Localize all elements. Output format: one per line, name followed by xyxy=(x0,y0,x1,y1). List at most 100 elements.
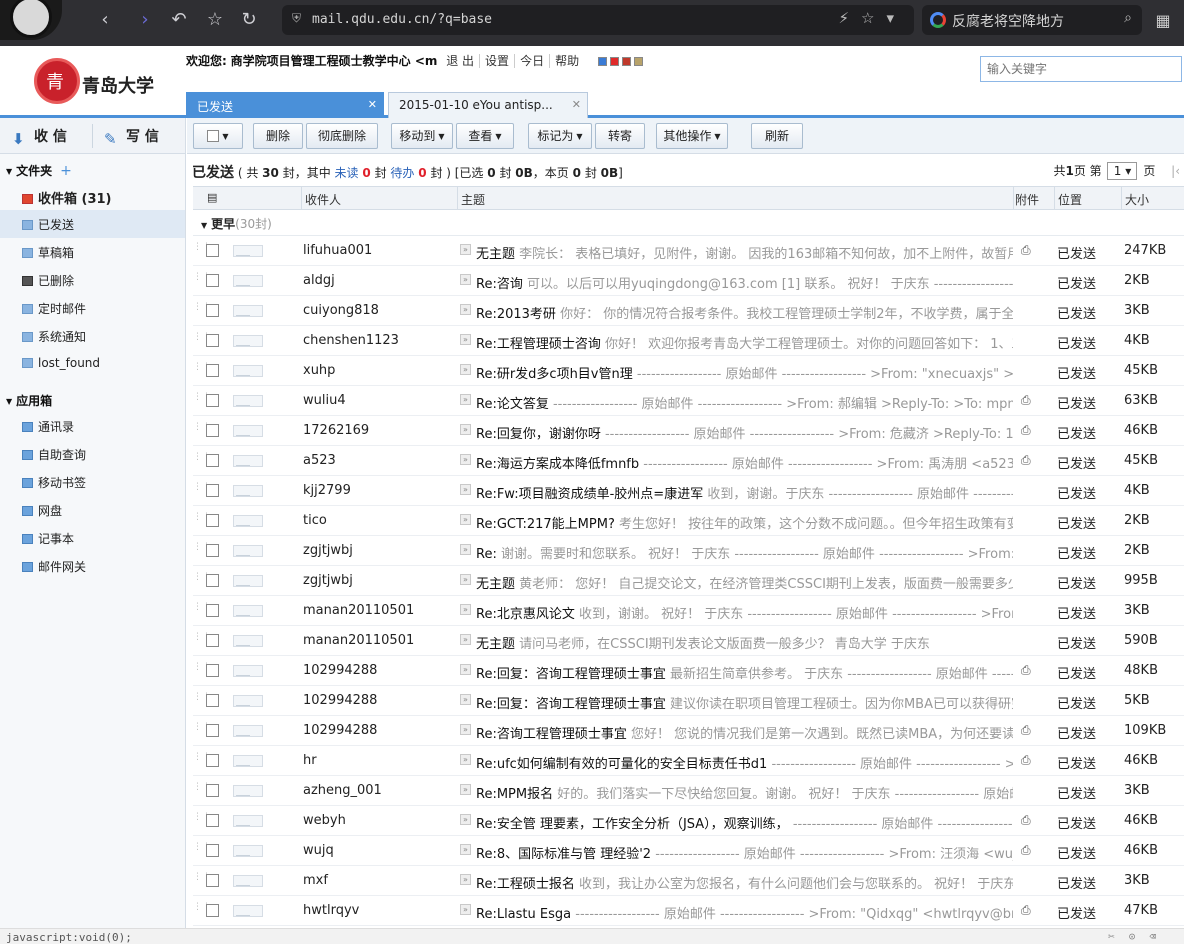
sidebar-item-notices[interactable]: 系统通知 xyxy=(0,322,185,350)
expand-icon[interactable]: » xyxy=(460,904,471,915)
row-recipient[interactable]: cuiyong818 xyxy=(303,303,379,318)
row-checkbox[interactable] xyxy=(206,874,219,887)
expand-icon[interactable]: » xyxy=(460,784,471,795)
expand-icon[interactable]: » xyxy=(460,334,471,345)
close-icon[interactable]: ✕ xyxy=(572,98,581,111)
row-subject[interactable]: Re:工程硕士报名 收到，我让办公室为您报名，有什么问题他们会与您联系的。 祝好… xyxy=(476,873,1013,892)
delete-forever-button[interactable]: 彻底删除 xyxy=(306,123,378,149)
row-recipient[interactable]: kjj2799 xyxy=(303,483,351,498)
row-recipient[interactable]: a523 xyxy=(303,453,336,468)
expand-icon[interactable]: » xyxy=(460,304,471,315)
row-checkbox[interactable] xyxy=(206,634,219,647)
refresh-button[interactable]: 刷新 xyxy=(751,123,803,149)
sidebar-item-contacts[interactable]: 通讯录 xyxy=(0,412,185,440)
table-row[interactable]: ⋮⋮ manan20110501 » Re:北京惠风论文 收到，谢谢。 祝好！ 于庆东… xyxy=(193,596,1184,626)
expand-icon[interactable]: » xyxy=(460,634,471,645)
skin-dark-red[interactable] xyxy=(621,56,631,66)
group-earlier[interactable]: ▼ 更早(30封) xyxy=(193,210,1184,236)
sidebar-item-trash[interactable]: 已删除 xyxy=(0,266,185,294)
row-recipient[interactable]: manan20110501 xyxy=(303,633,414,648)
row-recipient[interactable]: azheng_001 xyxy=(303,783,382,798)
expand-icon[interactable]: » xyxy=(460,604,471,615)
page-select[interactable]: 1 ▾ xyxy=(1107,162,1138,180)
row-recipient[interactable]: zgjtjwbj xyxy=(303,573,353,588)
row-recipient[interactable]: aldgj xyxy=(303,273,335,288)
drag-handle-icon[interactable]: ⋮⋮ xyxy=(193,393,211,407)
forward-icon[interactable]: › xyxy=(134,9,156,31)
attachment-icon[interactable]: ⎙ xyxy=(1021,423,1033,437)
undo-icon[interactable]: ↶ xyxy=(168,9,190,31)
drag-handle-icon[interactable]: ⋮⋮ xyxy=(193,303,211,317)
attachment-icon[interactable]: ⎙ xyxy=(1021,453,1033,467)
todo-link[interactable]: 待办 xyxy=(390,166,414,180)
row-subject[interactable]: Re:研r发d多c项h目v管n理 ------------------ 原始邮件… xyxy=(476,363,1013,382)
row-checkbox[interactable] xyxy=(206,394,219,407)
table-row[interactable]: ⋮⋮ wujq » Re:8、国际标准与管 理经验'2 ---------------… xyxy=(193,836,1184,866)
row-subject[interactable]: Re:安全管 理要素，工作安全分析（JSA），观察训练， -----------… xyxy=(476,813,1013,832)
row-subject[interactable]: Re: 谢谢。需要时和您联系。 祝好！ 于庆东 ----------------… xyxy=(476,543,1013,562)
drag-handle-icon[interactable]: ⋮⋮ xyxy=(193,453,211,467)
profile-avatar[interactable] xyxy=(0,0,62,40)
table-row[interactable]: ⋮⋮ a523 » Re:海运方案成本降低fmnfb ----------------… xyxy=(193,446,1184,476)
attachment-icon[interactable]: ⎙ xyxy=(1021,663,1033,677)
drag-handle-icon[interactable]: ⋮⋮ xyxy=(193,573,211,587)
row-checkbox[interactable] xyxy=(206,484,219,497)
drag-handle-icon[interactable]: ⋮⋮ xyxy=(193,273,211,287)
row-recipient[interactable]: wuliu4 xyxy=(303,393,346,408)
expand-icon[interactable]: » xyxy=(460,574,471,585)
mark-as-button[interactable]: 标记为 ▼ xyxy=(528,123,592,149)
select-all-dropdown[interactable]: ▼ xyxy=(193,123,243,149)
address-bar[interactable]: ⛨ mail.qdu.edu.cn/?q=base ⚡☆▾ xyxy=(282,5,914,35)
row-subject[interactable]: Re:咨询工程管理硕士事宜 您好！ 您说的情况我们是第一次遇到。既然已读MBA，… xyxy=(476,723,1013,742)
row-subject[interactable]: Re:回复：咨询工程管理硕士事宜 建议你读在职项目管理工程硕士。因为你MBA已可… xyxy=(476,693,1013,712)
settings-link[interactable]: 设置 xyxy=(479,54,515,68)
expand-icon[interactable]: » xyxy=(460,424,471,435)
row-checkbox[interactable] xyxy=(206,334,219,347)
table-row[interactable]: ⋮⋮ zgjtjwbj » Re: 谢谢。需要时和您联系。 祝好！ 于庆东 -----… xyxy=(193,536,1184,566)
row-checkbox[interactable] xyxy=(206,844,219,857)
row-subject[interactable]: Re:ufc如何编制有效的可量化的安全目标责任书d1 -------------… xyxy=(476,753,1013,772)
row-subject[interactable]: Re:论文答复 ------------------ 原始邮件 --------… xyxy=(476,393,1013,412)
expand-icon[interactable]: » xyxy=(460,754,471,765)
table-row[interactable]: ⋮⋮ tico » Re:GCT:217能上MPM? 考生您好！ 按往年的政策，这个分… xyxy=(193,506,1184,536)
expand-icon[interactable]: » xyxy=(460,844,471,855)
drag-handle-icon[interactable]: ⋮⋮ xyxy=(193,723,211,737)
expand-icon[interactable]: » xyxy=(460,394,471,405)
row-checkbox[interactable] xyxy=(206,754,219,767)
column-recipient[interactable]: 收件人 xyxy=(305,191,341,208)
row-subject[interactable]: Re:Llastu Esga ------------------ 原始邮件 -… xyxy=(476,903,1013,922)
drag-handle-icon[interactable]: ⋮⋮ xyxy=(193,633,211,647)
address-url[interactable]: mail.qdu.edu.cn/?q=base xyxy=(312,12,492,27)
row-recipient[interactable]: 102994288 xyxy=(303,693,377,708)
row-subject[interactable]: 无主题 李院长： 表格已填好，见附件，谢谢。 因我的163邮箱不知何故，加不上附… xyxy=(476,243,1013,262)
sidebar-item-self-query[interactable]: 自助查询 xyxy=(0,440,185,468)
drag-handle-icon[interactable]: ⋮⋮ xyxy=(193,903,211,917)
row-checkbox[interactable] xyxy=(206,664,219,677)
drag-handle-icon[interactable]: ⋮⋮ xyxy=(193,483,211,497)
expand-icon[interactable]: » xyxy=(460,274,471,285)
row-checkbox[interactable] xyxy=(206,694,219,707)
sidebar-item-bookmarks[interactable]: 移动书签 xyxy=(0,468,185,496)
first-page-icon[interactable]: |‹ xyxy=(1171,164,1180,178)
help-link[interactable]: 帮助 xyxy=(549,54,585,68)
table-row[interactable]: ⋮⋮ aldgj » Re:咨询 可以。以后可以用yuqingdong@163.com… xyxy=(193,266,1184,296)
table-row[interactable]: ⋮⋮ lifuhua001 » 无主题 李院长： 表格已填好，见附件，谢谢。 因我的1… xyxy=(193,236,1184,266)
row-subject[interactable]: Re:2013考研 你好： 你的情况符合报考条件。我校工程管理硕士学制2年，不收… xyxy=(476,303,1013,322)
table-row[interactable]: ⋮⋮ xuhp » Re:研r发d多c项h目v管n理 ----------------… xyxy=(193,356,1184,386)
expand-icon[interactable]: » xyxy=(460,814,471,825)
row-checkbox[interactable] xyxy=(206,604,219,617)
drag-handle-icon[interactable]: ⋮⋮ xyxy=(193,363,211,377)
expand-icon[interactable]: » xyxy=(460,484,471,495)
apps-title[interactable]: ▼ 应用箱 xyxy=(0,384,185,412)
drag-handle-icon[interactable]: ⋮⋮ xyxy=(193,513,211,527)
attachment-icon[interactable]: ⎙ xyxy=(1021,813,1033,827)
row-recipient[interactable]: chenshen1123 xyxy=(303,333,399,348)
drag-handle-icon[interactable]: ⋮⋮ xyxy=(193,243,211,257)
row-checkbox[interactable] xyxy=(206,274,219,287)
row-recipient[interactable]: webyh xyxy=(303,813,346,828)
reload-icon[interactable]: ↻ xyxy=(238,9,260,31)
delete-button[interactable]: 删除 xyxy=(253,123,303,149)
row-checkbox[interactable] xyxy=(206,574,219,587)
row-checkbox[interactable] xyxy=(206,244,219,257)
sidebar-item-notepad[interactable]: 记事本 xyxy=(0,524,185,552)
